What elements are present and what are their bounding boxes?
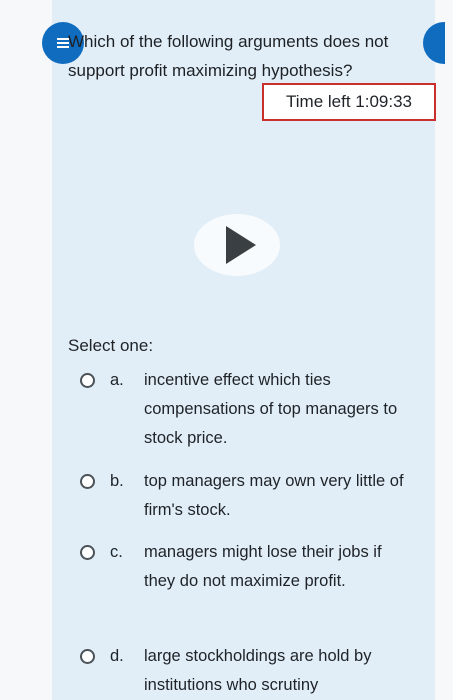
play-icon[interactable] [194, 214, 280, 276]
option-text: large stockholdings are hold by institut… [144, 647, 372, 694]
radio-button-icon[interactable] [80, 373, 95, 388]
option-letter: d. [110, 647, 124, 665]
question-text: Which of the following arguments does no… [68, 32, 389, 80]
option-letter: a. [110, 371, 124, 389]
quiz-page: Which of the following arguments does no… [0, 0, 453, 700]
option-letter: c. [110, 543, 123, 561]
side-panel-button[interactable] [423, 22, 445, 64]
option-letter: b. [110, 472, 124, 490]
time-left-timer: Time left 1:09:33 [262, 83, 436, 121]
option-text: managers might lose their jobs if they d… [144, 543, 382, 590]
radio-button-icon[interactable] [80, 545, 95, 560]
answer-prompt: Select one: [68, 336, 154, 355]
option-text: top managers may own very little of firm… [144, 472, 404, 519]
timer-label: Time left 1:09:33 [286, 92, 412, 111]
right-margin [435, 0, 453, 700]
option-text: incentive effect which ties compensation… [144, 371, 398, 447]
radio-button-icon[interactable] [80, 474, 95, 489]
left-margin [0, 0, 52, 700]
radio-button-icon[interactable] [80, 649, 95, 664]
